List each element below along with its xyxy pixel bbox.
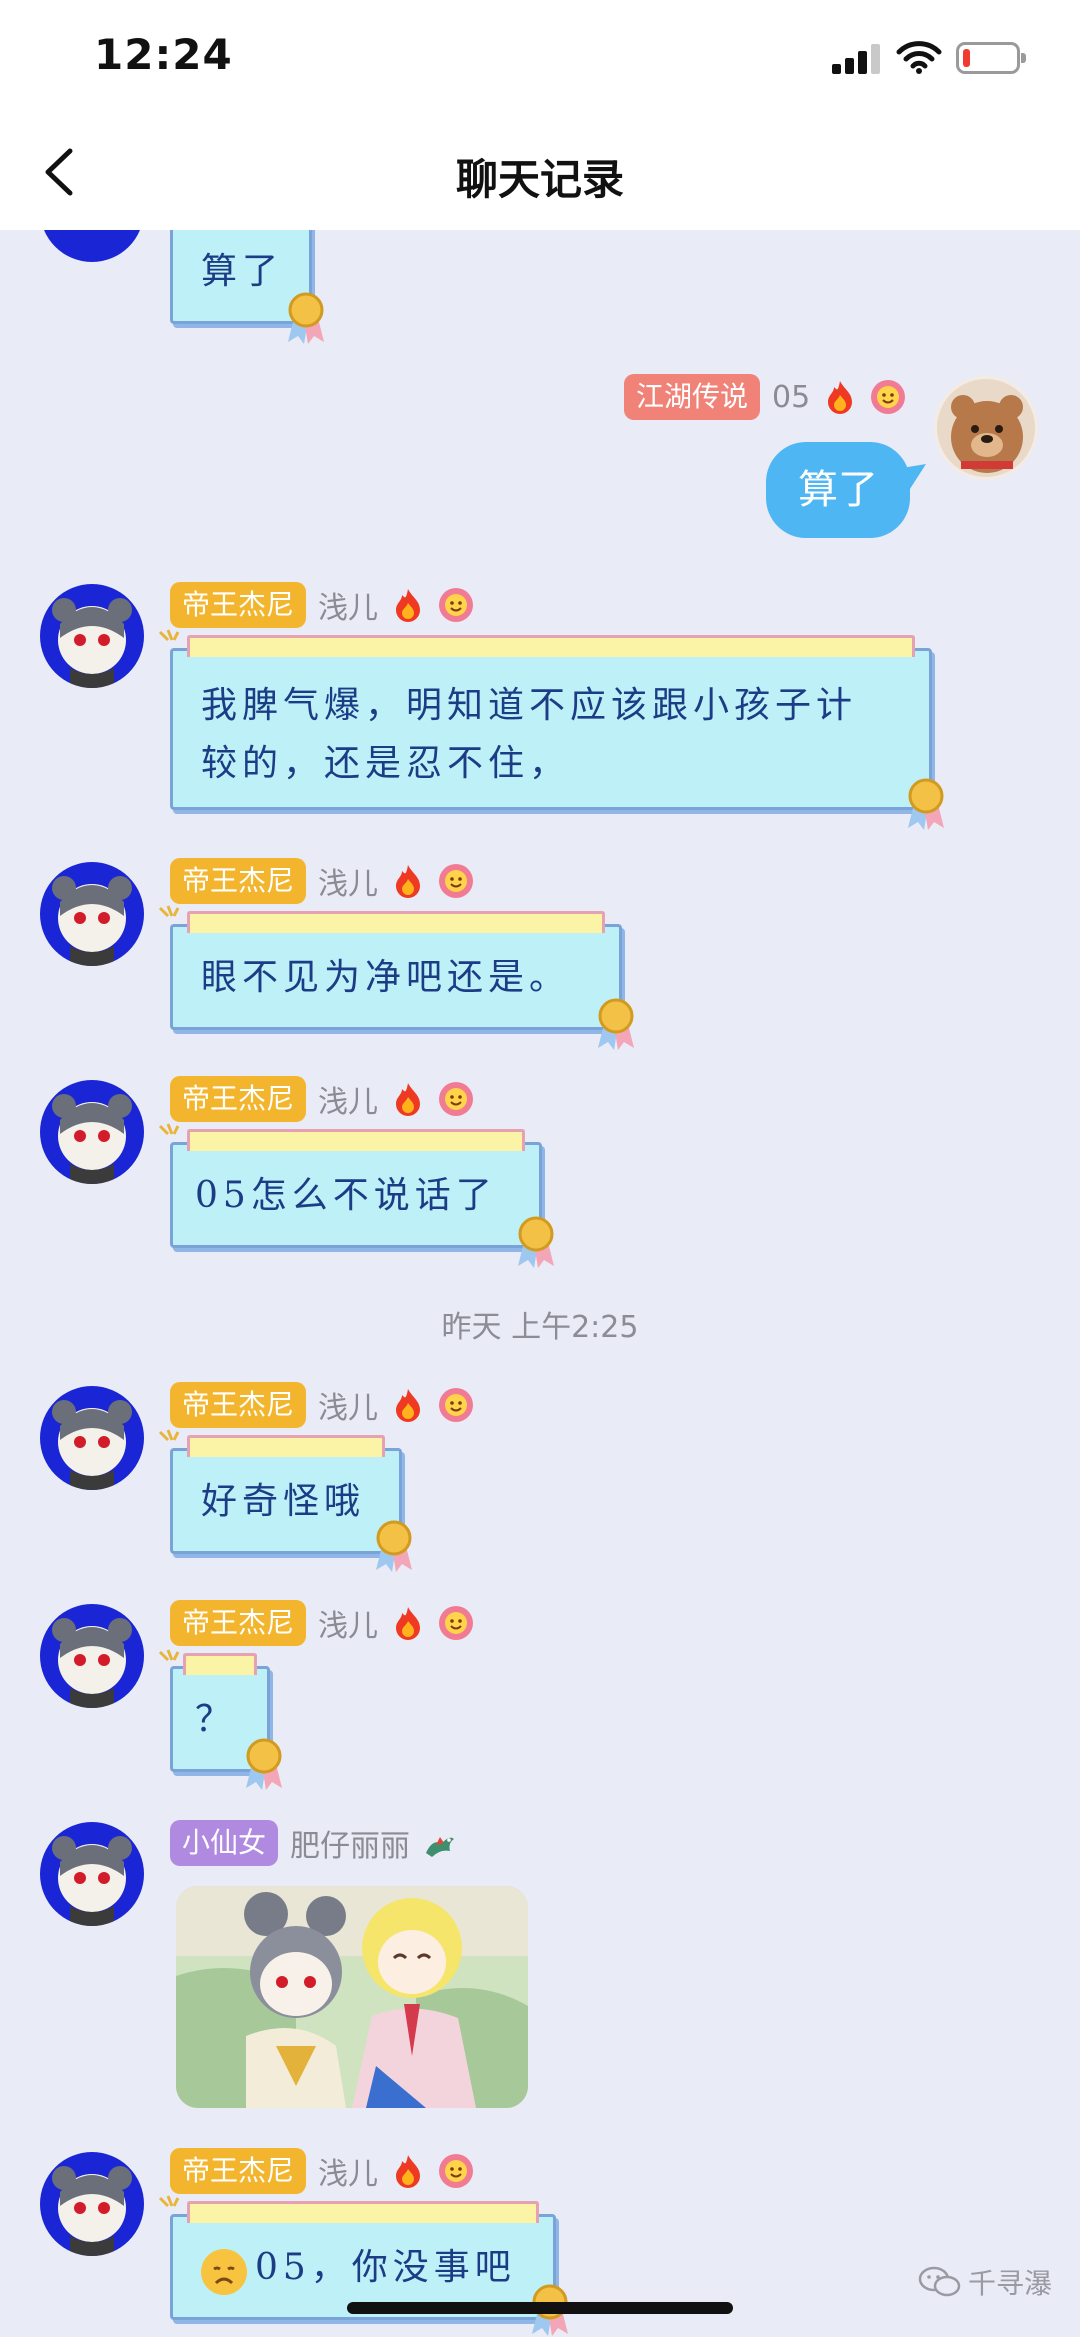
card-ribbon — [183, 1653, 257, 1675]
card-ribbon — [187, 911, 605, 933]
message-text: 05，你没事吧 — [255, 2247, 516, 2288]
top-bar: 12:24 聊天记录 — [0, 0, 1080, 230]
message-text: 我脾气爆，明知道不应该跟小孩子计 — [201, 685, 858, 726]
fire-icon — [396, 1607, 421, 1640]
card-ribbon — [187, 1129, 525, 1151]
medal-icon — [246, 1738, 282, 1790]
user-tag: 帝王杰尼 — [170, 858, 307, 904]
smiley-flower-icon — [439, 1388, 474, 1422]
self-avatar[interactable] — [934, 376, 1038, 480]
fire-icon — [396, 2155, 421, 2188]
user-tag: 帝王杰尼 — [170, 1600, 307, 1646]
contact-avatar[interactable] — [40, 862, 144, 966]
message-meta: 帝王杰尼 浅儿 — [170, 858, 474, 904]
user-tag: 帝王杰尼 — [170, 582, 307, 628]
message-text: ？ — [195, 1699, 237, 1740]
nickname: 浅儿 — [318, 1085, 379, 1120]
bubble-tail — [902, 464, 926, 492]
fire-icon — [396, 1389, 421, 1422]
dragon-icon — [426, 1837, 455, 1857]
watermark: 千寻瀑 — [918, 2262, 1052, 2302]
message-text: 好奇怪哦 — [201, 1481, 366, 1522]
smiley-flower-icon — [439, 1082, 474, 1116]
contact-avatar[interactable] — [40, 584, 144, 688]
message-meta: 帝王杰尼 浅儿 — [170, 1600, 474, 1646]
user-tag: 帝王杰尼 — [170, 1076, 307, 1122]
medal-icon — [598, 998, 634, 1050]
fire-icon — [396, 865, 421, 898]
image-message[interactable] — [176, 1886, 528, 2108]
smiley-flower-icon — [871, 380, 906, 414]
message-card[interactable]: 眼不见为净吧还是。 — [170, 911, 622, 1030]
contact-avatar[interactable] — [40, 1080, 144, 1184]
watermark-text: 千寻瀑 — [968, 2267, 1053, 2300]
contact-avatar[interactable] — [40, 1604, 144, 1708]
smiley-flower-icon — [439, 2154, 474, 2188]
message-text: 算了 — [201, 251, 284, 292]
sparkle-icon — [158, 1123, 180, 1136]
contact-avatar[interactable] — [40, 1822, 144, 1926]
medal-icon — [288, 292, 324, 344]
card-ribbon — [187, 635, 915, 657]
message-card[interactable]: 好奇怪哦 — [170, 1435, 402, 1554]
page-title: 聊天记录 — [455, 155, 624, 204]
message-text: 05怎么不说话了 — [195, 1175, 497, 1216]
wechat-icon — [918, 2266, 961, 2297]
fire-icon — [396, 1083, 421, 1116]
smiley-flower-icon — [439, 1606, 474, 1640]
sad-face-emoji-icon — [201, 2249, 247, 2295]
self-message-bubble[interactable]: 算了 — [766, 442, 910, 538]
home-indicator[interactable] — [347, 2302, 733, 2314]
contact-avatar[interactable] — [40, 1386, 144, 1490]
contact-avatar[interactable] — [40, 2152, 144, 2256]
message-meta: 江湖传说 05 — [624, 374, 906, 420]
sparkle-icon — [158, 1429, 180, 1442]
nickname: 浅儿 — [318, 867, 379, 902]
wifi-icon — [896, 41, 942, 74]
nickname: 浅儿 — [318, 1609, 379, 1644]
sparkle-icon — [158, 905, 180, 918]
signal-icon — [832, 44, 880, 74]
user-tag: 江湖传说 — [624, 374, 761, 420]
message-meta: 帝王杰尼 浅儿 — [170, 582, 474, 628]
nickname: 浅儿 — [318, 1391, 379, 1426]
medal-icon — [908, 778, 944, 830]
medal-icon — [376, 1520, 412, 1572]
nickname: 05 — [772, 379, 811, 415]
card-ribbon — [187, 2201, 539, 2223]
message-meta: 帝王杰尼 浅儿 — [170, 1076, 474, 1122]
message-text: 算了 — [798, 467, 878, 513]
user-tag: 帝王杰尼 — [170, 1382, 307, 1428]
sparkle-icon — [158, 629, 180, 642]
nickname: 浅儿 — [318, 591, 379, 626]
smiley-flower-icon — [439, 864, 474, 898]
user-tag: 帝王杰尼 — [170, 2148, 307, 2194]
timestamp: 昨天 上午2:25 — [441, 1310, 639, 1345]
sparkle-icon — [158, 2195, 180, 2208]
smiley-flower-icon — [439, 588, 474, 622]
message-text: 眼不见为净吧还是。 — [201, 957, 571, 998]
medal-icon — [518, 1216, 554, 1268]
fire-icon — [828, 381, 853, 414]
nickname: 肥仔丽丽 — [290, 1829, 411, 1864]
message-meta: 小仙女 肥仔丽丽 — [170, 1820, 458, 1866]
message-text: 较的，还是忍不住， — [201, 743, 571, 784]
status-time: 12:24 — [94, 30, 233, 79]
user-tag: 小仙女 — [170, 1820, 279, 1866]
message-card[interactable]: 05怎么不说话了 — [170, 1129, 542, 1248]
card-ribbon — [187, 1435, 385, 1457]
battery-icon — [956, 42, 1026, 74]
message-meta: 帝王杰尼 浅儿 — [170, 1382, 474, 1428]
nickname: 浅儿 — [318, 2157, 379, 2192]
message-card[interactable]: 我脾气爆，明知道不应该跟小孩子计 较的，还是忍不住， — [170, 635, 932, 810]
message-meta: 帝王杰尼 浅儿 — [170, 2148, 474, 2194]
fire-icon — [396, 589, 421, 622]
